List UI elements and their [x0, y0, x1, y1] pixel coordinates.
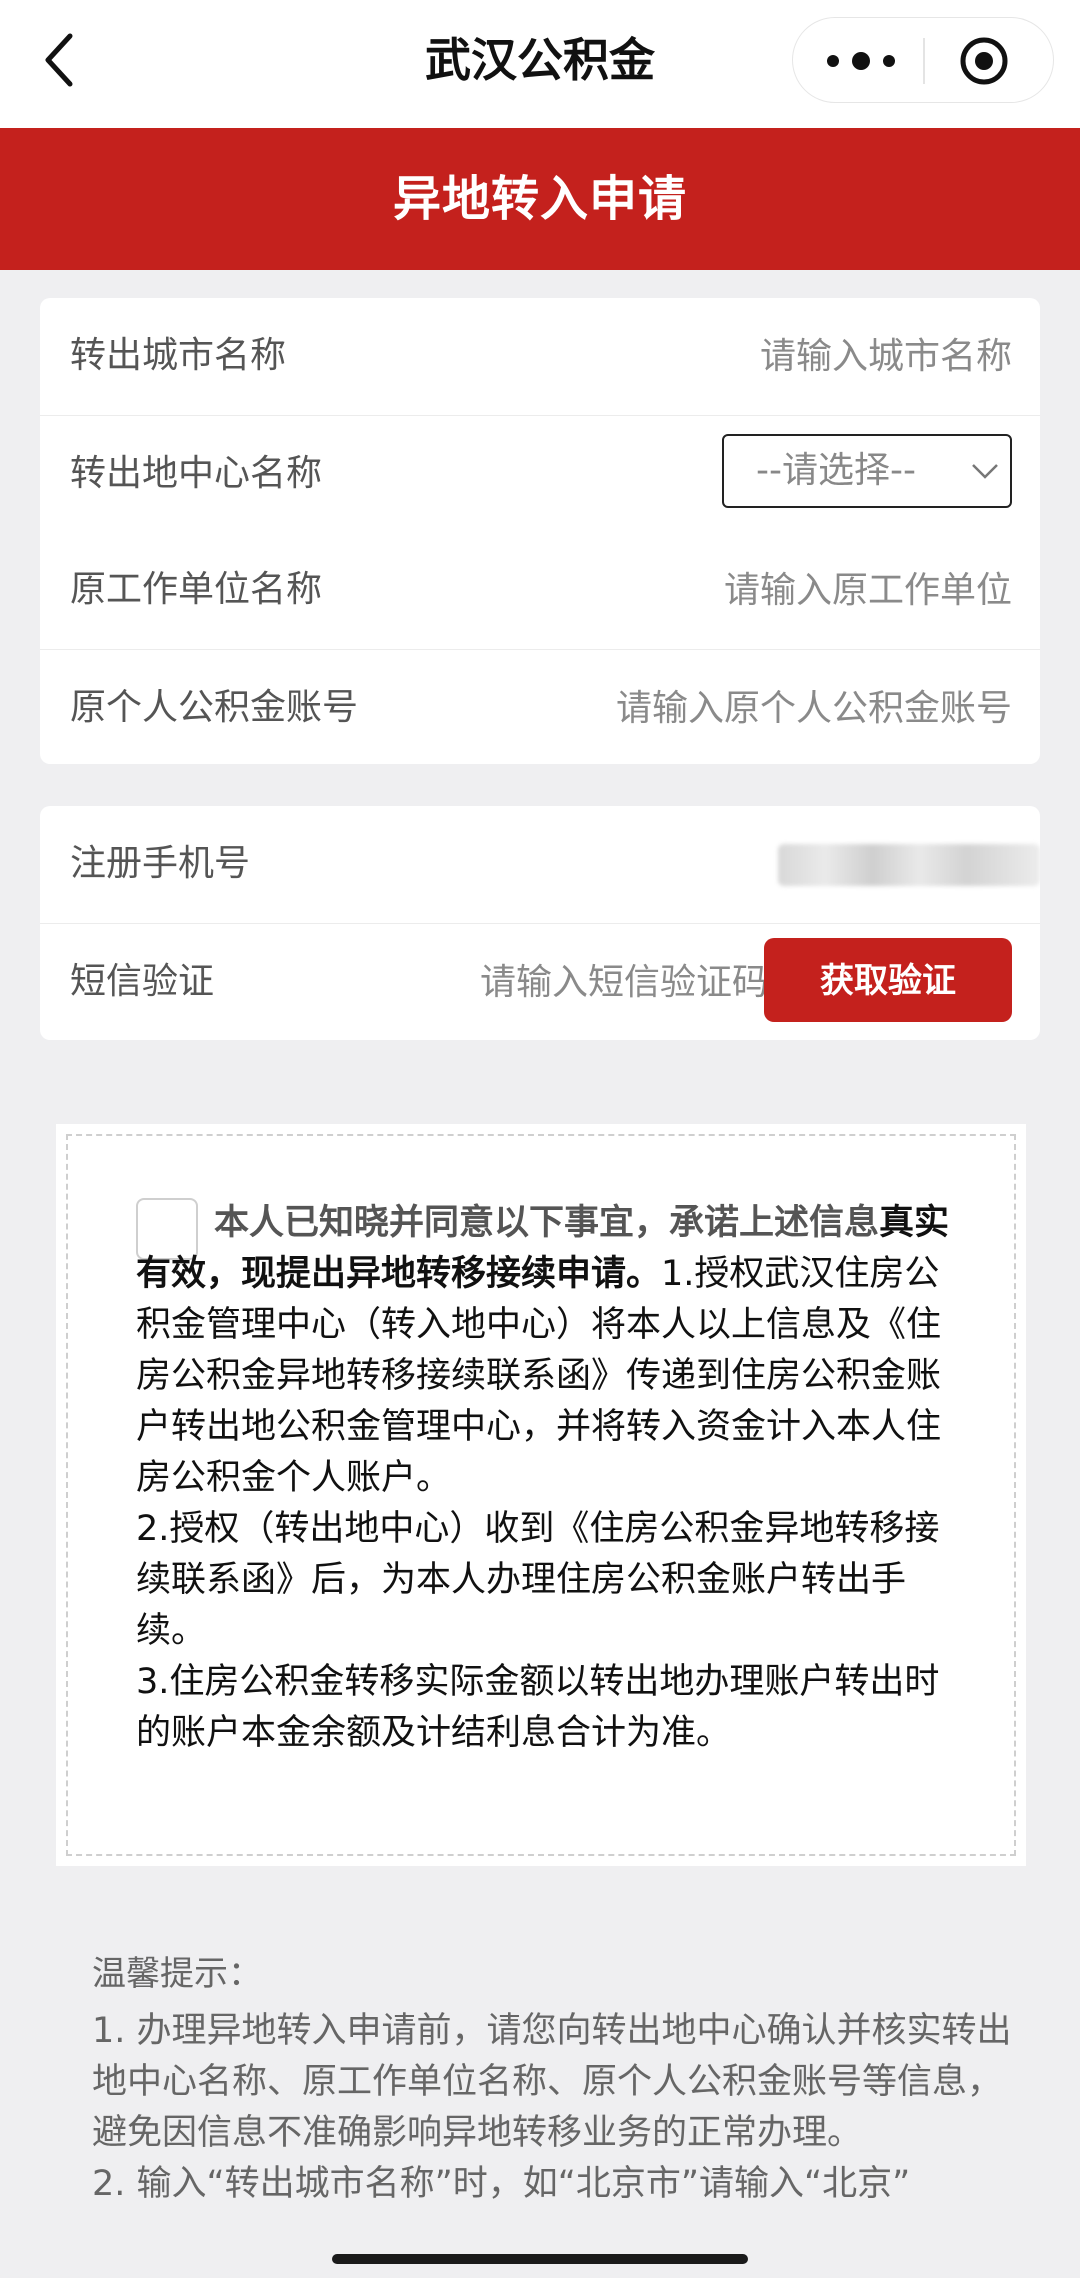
out-city-row: 转出城市名称: [40, 298, 1040, 415]
get-code-button[interactable]: 获取验证: [764, 938, 1012, 1022]
orig-employer-label: 原工作单位名称: [70, 569, 323, 610]
out-center-label: 转出地中心名称: [70, 453, 323, 494]
out-center-select[interactable]: --请选择--: [722, 434, 1012, 508]
capsule-divider: [923, 38, 925, 84]
phone-number-value: [778, 844, 1040, 886]
orig-employer-input[interactable]: [492, 556, 1012, 624]
mini-program-capsule: [792, 17, 1054, 103]
agreement-item-3: 3.住房公积金转移实际金额以转出地办理账户转出时的账户本金余额及计结利息合计为准…: [136, 1662, 940, 1753]
phone-row: 注册手机号: [40, 806, 1040, 923]
out-city-input[interactable]: [492, 322, 1012, 390]
phone-label: 注册手机号: [70, 843, 251, 884]
agreement-dashed-box: 本人已知晓并同意以下事宜，承诺上述信息真实有效，现提出异地转移接续申请。1.授权…: [66, 1134, 1016, 1856]
orig-account-row: 原个人公积金账号: [40, 649, 1040, 764]
out-center-select-value: --请选择--: [756, 450, 916, 491]
agreement-panel: 本人已知晓并同意以下事宜，承诺上述信息真实有效，现提出异地转移接续申请。1.授权…: [56, 1124, 1026, 1866]
agreement-lead-gray: 本人已知晓并同意以下事宜，承诺上述信息: [214, 1203, 880, 1243]
orig-employer-row: 原工作单位名称: [40, 532, 1040, 649]
home-indicator: [332, 2254, 748, 2264]
more-dots-icon[interactable]: [823, 40, 899, 82]
chevron-down-icon: [972, 464, 998, 479]
agreement-text: 本人已知晓并同意以下事宜，承诺上述信息真实有效，现提出异地转移接续申请。1.授权…: [136, 1198, 966, 1759]
nav-bar: 武汉公积金: [0, 0, 1080, 128]
orig-account-input[interactable]: [412, 674, 1012, 742]
sms-label: 短信验证: [70, 961, 215, 1002]
out-city-label: 转出城市名称: [70, 335, 287, 376]
verification-card: 注册手机号 短信验证 获取验证: [40, 806, 1040, 1040]
tips-item-2: 2. 输入“转出城市名称”时，如“北京市”请输入“北京”: [92, 2164, 911, 2204]
section-header: 异地转入申请: [0, 128, 1080, 270]
close-target-icon[interactable]: [959, 36, 1009, 86]
transfer-info-card: 转出城市名称 转出地中心名称 --请选择-- 原工作单位名称 原个人公积金账号: [40, 298, 1040, 764]
agreement-item-2: 2.授权（转出地中心）收到《住房公积金异地转移接续联系函》后，为本人办理住房公积…: [136, 1509, 940, 1651]
orig-account-label: 原个人公积金账号: [70, 687, 359, 728]
tips-item-1: 1. 办理异地转入申请前，请您向转出地中心确认并核实转出地中心名称、原工作单位名…: [92, 2011, 1012, 2153]
tips-title: 温馨提示：: [92, 1954, 262, 1994]
sms-row: 短信验证 获取验证: [40, 923, 1040, 1040]
tips-section: 温馨提示： 1. 办理异地转入申请前，请您向转出地中心确认并核实转出地中心名称、…: [92, 1950, 1012, 2210]
sms-code-input[interactable]: [280, 948, 768, 1016]
